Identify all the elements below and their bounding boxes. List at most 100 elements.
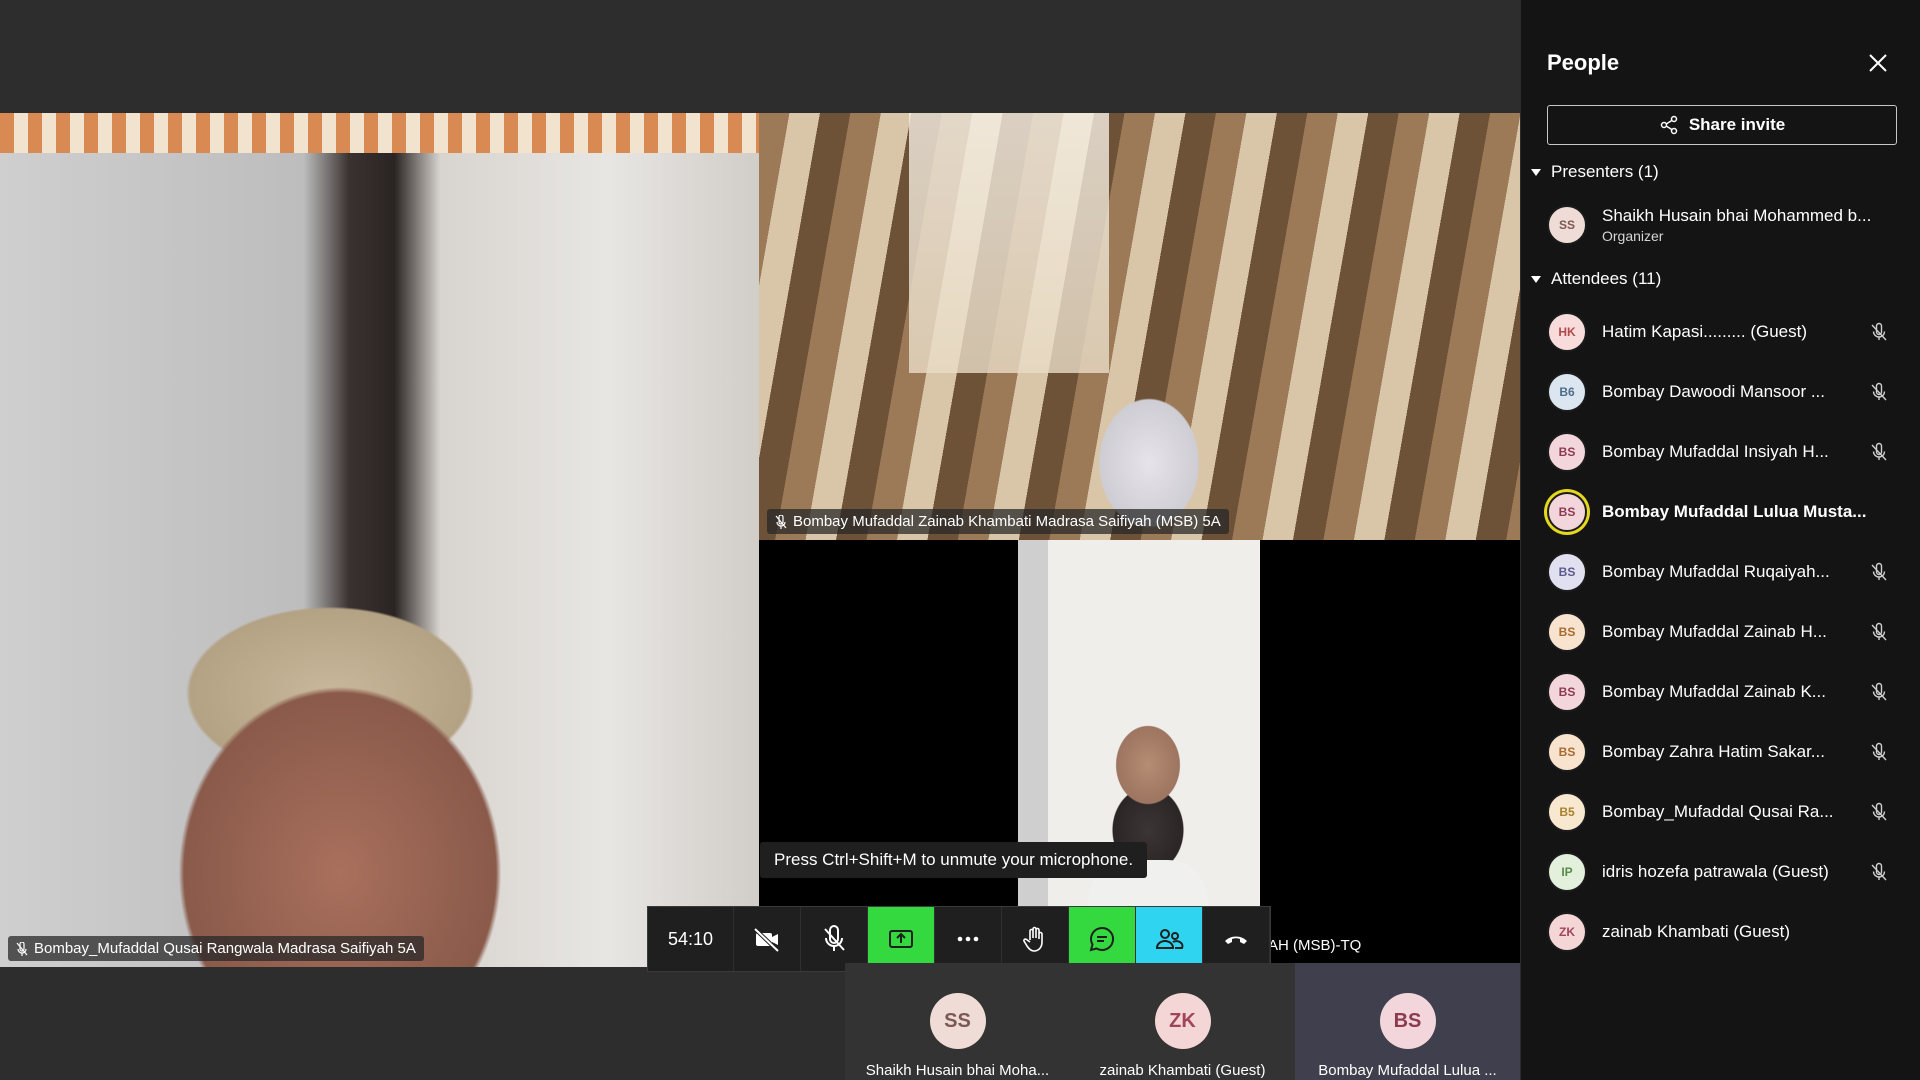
avatar: ZK <box>1154 993 1211 1049</box>
person-name: Shaikh Husain bhai Mohammed b... <box>1602 206 1872 225</box>
panel-title: People <box>1547 50 1620 75</box>
presenters-section-toggle[interactable]: Presenters (1) <box>1531 162 1659 182</box>
share-icon <box>1660 115 1678 135</box>
presenters-label: Presenters (1) <box>1551 162 1659 181</box>
participant-strip: SS Shaikh Husain bhai Moha... ZK zainab … <box>845 963 1520 1080</box>
person-role: Organizer <box>1602 228 1664 244</box>
attendees-section-toggle[interactable]: Attendees (11) <box>1531 269 1661 289</box>
mic-off-icon <box>1871 562 1887 581</box>
attendee-row[interactable]: BS Bombay Zahra Hatim Sakar... <box>1547 728 1897 776</box>
mic-off-icon <box>1871 382 1887 401</box>
avatar: BS <box>1547 432 1587 472</box>
share-tray-button[interactable] <box>868 907 935 971</box>
more-actions-button[interactable] <box>935 907 1002 971</box>
video-background <box>0 113 759 153</box>
person-name: Bombay Mufaddal Zainab H... <box>1602 622 1827 641</box>
avatar: BS <box>1547 612 1587 652</box>
person-name: Hatim Kapasi......... (Guest) <box>1602 322 1808 341</box>
attendee-row[interactable]: BS Bombay Mufaddal Zainab K... <box>1547 668 1897 716</box>
people-button[interactable] <box>1136 907 1203 971</box>
avatar: HK <box>1547 312 1587 352</box>
avatar: SS <box>929 993 986 1049</box>
attendee-row[interactable]: BS Bombay Mufaddal Ruqaiyah... <box>1547 548 1897 596</box>
person-name: Bombay Mufaddal Zainab K... <box>1602 682 1826 701</box>
avatar: B5 <box>1547 792 1587 832</box>
video-background <box>909 113 1109 373</box>
camera-off-icon <box>753 927 780 953</box>
mic-toggle-button[interactable] <box>801 907 868 971</box>
video-name-label: Bombay_Mufaddal Qusai Rangwala Madrasa S… <box>34 940 416 957</box>
mic-off-icon <box>1871 802 1887 821</box>
share-invite-label: Share invite <box>1688 115 1786 134</box>
people-panel: People Share invite Presenters (1) SS Sh… <box>1520 0 1920 1080</box>
chat-button[interactable] <box>1069 907 1136 971</box>
person-name: Bombay Mufaddal Ruqaiyah... <box>1602 562 1830 581</box>
strip-tile-lulua[interactable]: BS Bombay Mufaddal Lulua ... <box>1295 963 1520 1080</box>
meeting-stage: Bombay_Mufaddal Qusai Rangwala Madrasa S… <box>0 0 1520 1080</box>
mic-off-icon <box>1871 682 1887 701</box>
video-name-tag: Bombay_Mufaddal Qusai Rangwala Madrasa S… <box>8 936 424 961</box>
share-tray-icon <box>889 930 913 948</box>
chevron-down-icon <box>1531 275 1541 283</box>
attendees-label: Attendees (11) <box>1551 269 1662 288</box>
strip-tile-name: Shaikh Husain bhai Moha... <box>865 1062 1050 1079</box>
person-name: idris hozefa patrawala (Guest) <box>1602 862 1829 881</box>
attendee-row[interactable]: B6 Bombay Dawoodi Mansoor ... <box>1547 368 1897 416</box>
person-name: Bombay Dawoodi Mansoor ... <box>1602 382 1825 401</box>
strip-tile-name: Bombay Mufaddal Lulua ... <box>1318 1062 1497 1079</box>
person-name: Bombay Mufaddal Lulua Musta... <box>1602 502 1867 521</box>
people-icon <box>1155 929 1184 949</box>
avatar: IP <box>1547 852 1587 892</box>
video-name-tag: Bombay Mufaddal Zainab Khambati Madrasa … <box>767 509 1229 534</box>
presenter-row[interactable]: SS Shaikh Husain bhai Mohammed b... Orga… <box>1547 201 1897 249</box>
strip-tile-shaikh[interactable]: SS Shaikh Husain bhai Moha... <box>845 963 1070 1080</box>
participant-video-organizer[interactable] <box>759 540 1520 967</box>
avatar: ZK <box>1547 912 1587 952</box>
raise-hand-icon <box>1023 926 1043 952</box>
more-icon <box>957 936 979 942</box>
participant-video-qusai[interactable]: Bombay_Mufaddal Qusai Rangwala Madrasa S… <box>0 113 759 967</box>
close-icon[interactable] <box>1867 52 1889 74</box>
attendee-row[interactable]: ZK zainab Khambati (Guest) <box>1547 908 1897 956</box>
mic-off-icon <box>1871 622 1887 641</box>
unmute-tooltip: Press Ctrl+Shift+M to unmute your microp… <box>760 842 1148 878</box>
camera-toggle-button[interactable] <box>734 907 801 971</box>
call-timer: 54:10 <box>648 907 734 971</box>
attendee-row[interactable]: BS Bombay Mufaddal Insiyah H... <box>1547 428 1897 476</box>
chevron-down-icon <box>1531 168 1541 176</box>
avatar: BS <box>1547 672 1587 712</box>
avatar: BS <box>1547 492 1587 532</box>
hang-up-button[interactable] <box>1203 907 1270 971</box>
avatar: BS <box>1547 552 1587 592</box>
mic-off-icon <box>16 941 28 956</box>
attendee-row[interactable]: BS Bombay Mufaddal Lulua Musta... <box>1547 488 1897 536</box>
mic-off-icon <box>824 925 845 951</box>
raise-hand-button[interactable] <box>1002 907 1069 971</box>
share-invite-button[interactable]: Share invite <box>1547 105 1897 145</box>
avatar: B6 <box>1547 372 1587 412</box>
person-name: Bombay Zahra Hatim Sakar... <box>1602 742 1825 761</box>
mic-off-icon <box>775 514 787 529</box>
mic-off-icon <box>1871 322 1887 341</box>
person-name: zainab Khambati (Guest) <box>1602 922 1791 941</box>
person-name: Bombay Mufaddal Insiyah H... <box>1602 442 1829 461</box>
attendee-row[interactable]: HK Hatim Kapasi......... (Guest) <box>1547 308 1897 356</box>
hang-up-icon <box>1225 936 1247 944</box>
person-name: Bombay_Mufaddal Qusai Ra... <box>1602 802 1834 821</box>
video-name-label: AH (MSB)-TQ <box>1268 937 1362 954</box>
attendee-row[interactable]: BS Bombay Mufaddal Zainab H... <box>1547 608 1897 656</box>
strip-tile-name: zainab Khambati (Guest) <box>1099 1062 1266 1079</box>
video-name-label: Bombay Mufaddal Zainab Khambati Madrasa … <box>793 513 1221 530</box>
mic-off-icon <box>1871 742 1887 761</box>
chat-icon <box>1089 926 1114 952</box>
video-feed <box>1018 540 1260 967</box>
avatar: BS <box>1547 732 1587 772</box>
attendee-row[interactable]: IP idris hozefa patrawala (Guest) <box>1547 848 1897 896</box>
attendee-row[interactable]: B5 Bombay_Mufaddal Qusai Ra... <box>1547 788 1897 836</box>
mic-off-icon <box>1871 442 1887 461</box>
participant-video-zainab[interactable]: Bombay Mufaddal Zainab Khambati Madrasa … <box>759 113 1520 540</box>
mic-off-icon <box>1871 862 1887 881</box>
strip-tile-zainab[interactable]: ZK zainab Khambati (Guest) <box>1070 963 1295 1080</box>
avatar: BS <box>1379 993 1436 1049</box>
avatar: SS <box>1547 205 1587 245</box>
